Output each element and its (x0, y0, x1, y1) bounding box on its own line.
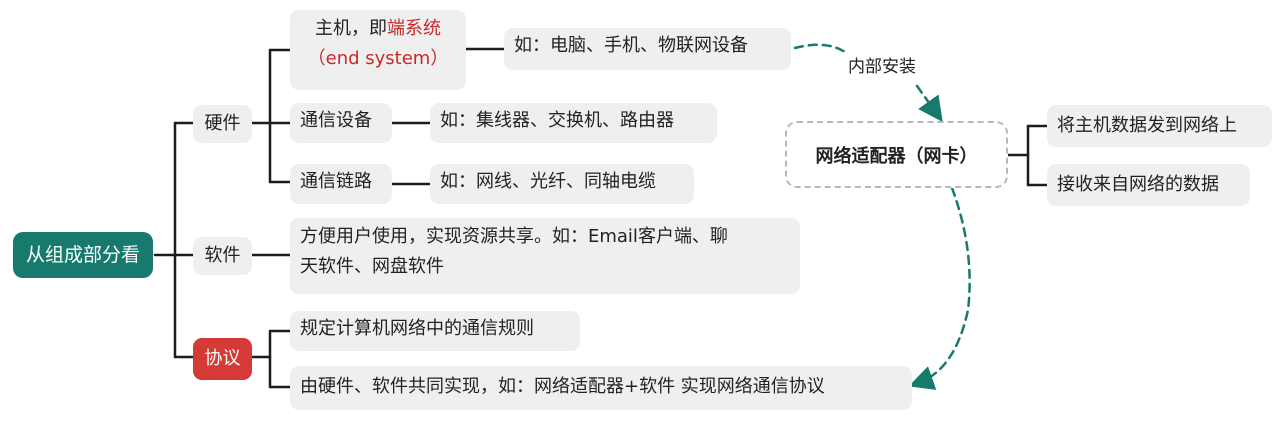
host-prefix: 主机，即 (315, 18, 387, 39)
link-example-node: 如：网线、光纤、同轴电缆 (430, 164, 694, 204)
link-label: 通信链路 (300, 171, 372, 192)
device-node: 通信设备 (290, 103, 392, 143)
hardware-node: 硬件 (193, 105, 252, 143)
root-node: 从组成部分看 (13, 232, 153, 278)
device-label: 通信设备 (300, 110, 372, 131)
root-label: 从组成部分看 (25, 244, 140, 266)
adapter-func-send-label: 将主机数据发到网络上 (1057, 115, 1237, 136)
host-subtitle: （end system） (307, 48, 449, 69)
device-example: 如：集线器、交换机、路由器 (440, 110, 674, 131)
host-example: 如：电脑、手机、物联网设备 (514, 35, 748, 56)
protocol-label: 协议 (204, 348, 241, 369)
adapter-label: 网络适配器（网卡） (815, 145, 978, 167)
device-example-node: 如：集线器、交换机、路由器 (430, 103, 717, 143)
install-arrow-down (915, 84, 943, 123)
host-highlight: 端系统 (387, 18, 441, 39)
adapter-func-send: 将主机数据发到网络上 (1047, 105, 1272, 147)
protocol-impl: 由硬件、软件共同实现，如：网络适配器+软件 实现网络通信协议 (300, 376, 825, 397)
software-desc-node: 方便用户使用，实现资源共享。如：Email客户端、聊 天软件、网盘软件 (290, 218, 800, 294)
host-title: 主机，即端系统 (300, 14, 456, 44)
protocol-rule-node: 规定计算机网络中的通信规则 (290, 311, 580, 351)
protocol-impl-node: 由硬件、软件共同实现，如：网络适配器+软件 实现网络通信协议 (290, 366, 912, 410)
software-label: 软件 (204, 245, 241, 266)
install-arrow-top (793, 43, 847, 54)
host-node: 主机，即端系统 （end system） (290, 10, 466, 90)
link-example: 如：网线、光纤、同轴电缆 (440, 171, 656, 192)
implement-arrow (908, 186, 971, 390)
mind-map: 从组成部分看 硬件 主机，即端系统 （end system） 如：电脑、手机、物… (0, 0, 1280, 429)
protocol-rule: 规定计算机网络中的通信规则 (300, 318, 534, 339)
host-example-node: 如：电脑、手机、物联网设备 (504, 28, 791, 70)
software-node: 软件 (193, 237, 252, 275)
install-label: 内部安装 (842, 52, 922, 77)
software-desc-line1: 方便用户使用，实现资源共享。如：Email客户端、聊 (300, 226, 728, 247)
adapter-func-receive-label: 接收来自网络的数据 (1057, 174, 1219, 195)
hardware-label: 硬件 (204, 113, 241, 134)
software-desc-line2: 天软件、网盘软件 (300, 256, 444, 277)
link-node: 通信链路 (290, 164, 392, 204)
adapter-func-receive: 接收来自网络的数据 (1047, 164, 1250, 206)
protocol-node: 协议 (193, 338, 252, 380)
adapter-node: 网络适配器（网卡） (785, 121, 1008, 188)
